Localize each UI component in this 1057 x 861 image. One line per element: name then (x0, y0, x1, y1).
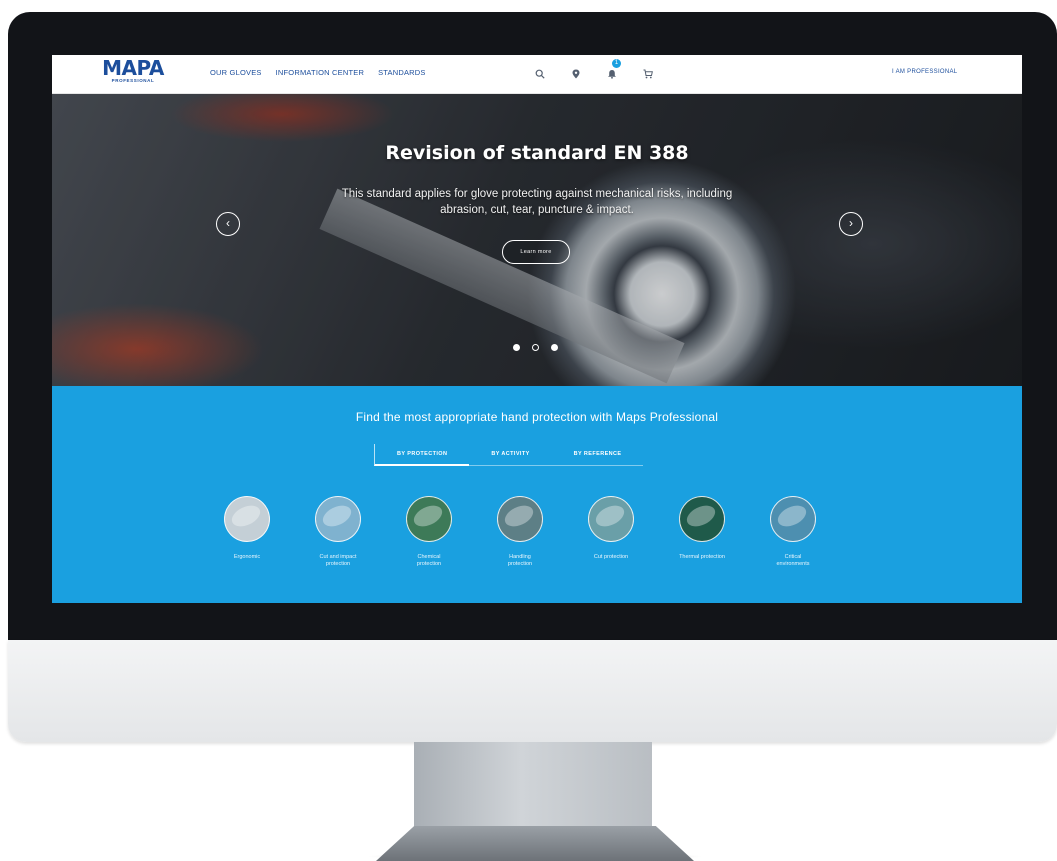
monitor-chin (8, 640, 1057, 742)
category-image (315, 496, 361, 542)
category-item-cut-impact[interactable]: Cut and impact protection (315, 496, 361, 568)
category-list: Ergonomic Cut and impact protection Chem… (224, 496, 816, 568)
cart-icon[interactable] (638, 63, 658, 85)
category-image (770, 496, 816, 542)
glove-finder-section: Find the most appropriate hand protectio… (52, 386, 1022, 603)
category-label: Ergonomic (233, 554, 261, 560)
category-item-thermal[interactable]: Thermal protection (679, 496, 725, 568)
search-icon[interactable] (530, 63, 550, 85)
carousel-dot[interactable] (551, 344, 558, 351)
category-label: Handling protection (507, 554, 533, 567)
category-item-critical[interactable]: Critical environments (770, 496, 816, 568)
carousel-prev-icon[interactable]: ‹ (216, 212, 240, 236)
category-image (497, 496, 543, 542)
finder-tabs: BY PROTECTION BY ACTIVITY BY REFERENCE (374, 444, 644, 466)
carousel-next-icon[interactable]: › (839, 212, 863, 236)
category-image (406, 496, 452, 542)
nav-link-our-gloves[interactable]: OUR GLOVES (210, 68, 262, 77)
category-image (224, 496, 270, 542)
nav-links: OUR GLOVES INFORMATION CENTER STANDARDS (210, 68, 426, 77)
website-screen: MAPA PROFESSIONAL OUR GLOVES INFORMATION… (52, 55, 1022, 603)
category-label: Cut and impact protection (319, 554, 357, 567)
bell-icon[interactable]: 1 (602, 59, 622, 85)
carousel-dot[interactable] (532, 344, 539, 351)
category-item-ergonomic[interactable]: Ergonomic (224, 496, 270, 568)
category-label: Thermal protection (679, 554, 725, 560)
category-item-handling[interactable]: Handling protection (497, 496, 543, 568)
category-image (679, 496, 725, 542)
location-icon[interactable] (566, 63, 586, 85)
category-label: Chemical protection (416, 554, 442, 567)
category-image (588, 496, 634, 542)
category-label: Critical environments (776, 554, 810, 567)
carousel-dot[interactable] (513, 344, 520, 351)
category-label: Cut protection (593, 554, 629, 560)
learn-more-button[interactable]: Learn more (502, 240, 570, 264)
nav-link-standards[interactable]: STANDARDS (378, 68, 426, 77)
category-item-chemical[interactable]: Chemical protection (406, 496, 452, 568)
mapa-logo[interactable]: MAPA PROFESSIONAL (98, 58, 168, 90)
carousel-dots (513, 344, 558, 351)
monitor-stand-neck (414, 742, 652, 828)
top-navigation-bar: MAPA PROFESSIONAL OUR GLOVES INFORMATION… (52, 55, 1022, 94)
logo-text: MAPA (102, 56, 164, 80)
professional-account-link[interactable]: I AM PROFESSIONAL (892, 69, 957, 75)
category-item-cut[interactable]: Cut protection (588, 496, 634, 568)
notification-badge: 1 (612, 59, 621, 68)
nav-link-information-center[interactable]: INFORMATION CENTER (276, 68, 364, 77)
hero-title: Revision of standard EN 388 (385, 142, 689, 164)
monitor-stand-foot (376, 826, 694, 861)
tab-by-activity[interactable]: BY ACTIVITY (469, 444, 552, 466)
hero-description: This standard applies for glove protecti… (341, 188, 733, 216)
hero-carousel: Revision of standard EN 388 This standar… (52, 94, 1022, 386)
finder-heading: Find the most appropriate hand protectio… (355, 410, 719, 424)
tab-by-reference[interactable]: BY REFERENCE (551, 444, 644, 466)
nav-icon-group: 1 (530, 59, 658, 85)
tab-by-protection[interactable]: BY PROTECTION (374, 444, 470, 466)
